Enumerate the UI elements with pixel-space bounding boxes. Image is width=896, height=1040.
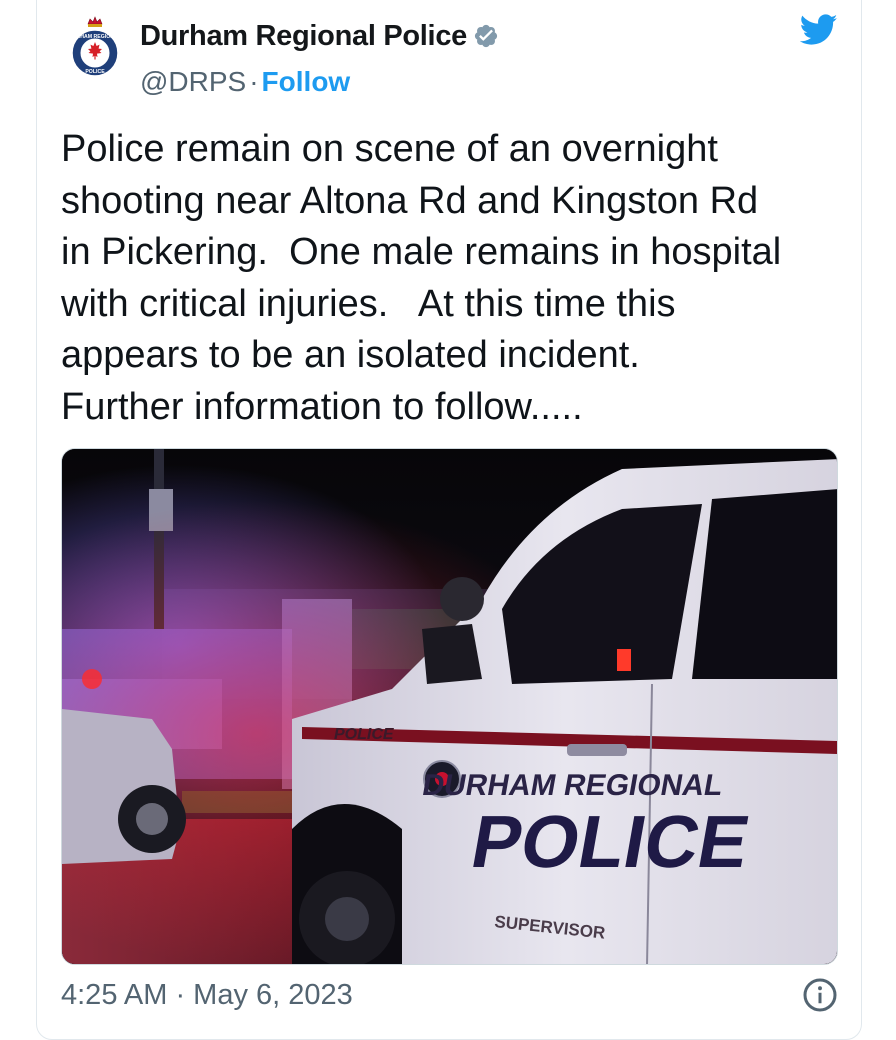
info-icon[interactable] [802, 977, 838, 1013]
author-name-row: Durham Regional Police [140, 16, 499, 56]
police-vehicle-photo: POLICE DURHAM REGIONAL POLICE SUPERVISOR [62, 449, 837, 964]
vehicle-text-police-small: POLICE [334, 726, 395, 743]
drps-crest-logo: DURHAM REGIONAL POLICE [69, 16, 122, 77]
verified-badge-icon [473, 23, 499, 49]
author-handle[interactable]: @DRPS [140, 66, 246, 98]
author-avatar[interactable]: DURHAM REGIONAL POLICE [69, 16, 122, 78]
separator-dot: · [249, 66, 259, 97]
author-handle-row: @DRPS · Follow [140, 64, 350, 100]
svg-text:DURHAM REGIONAL: DURHAM REGIONAL [70, 34, 120, 40]
vehicle-text-brand-main: POLICE [465, 800, 755, 883]
tweet-timestamp[interactable]: 4:25 AM · May 6, 2023 [61, 979, 353, 1012]
vehicle-text-brand-line: DURHAM REGIONAL [420, 769, 726, 802]
tweet-text: Police remain on scene of an overnight s… [61, 128, 782, 428]
tweet-photo[interactable]: POLICE DURHAM REGIONAL POLICE SUPERVISOR [61, 448, 838, 965]
twitter-bird-icon[interactable] [799, 14, 838, 46]
svg-text:POLICE: POLICE [85, 69, 105, 75]
author-display-name[interactable]: Durham Regional Police [140, 20, 467, 53]
tweet-footer: 4:25 AM · May 6, 2023 [61, 975, 353, 1015]
follow-button[interactable]: Follow [262, 66, 351, 98]
